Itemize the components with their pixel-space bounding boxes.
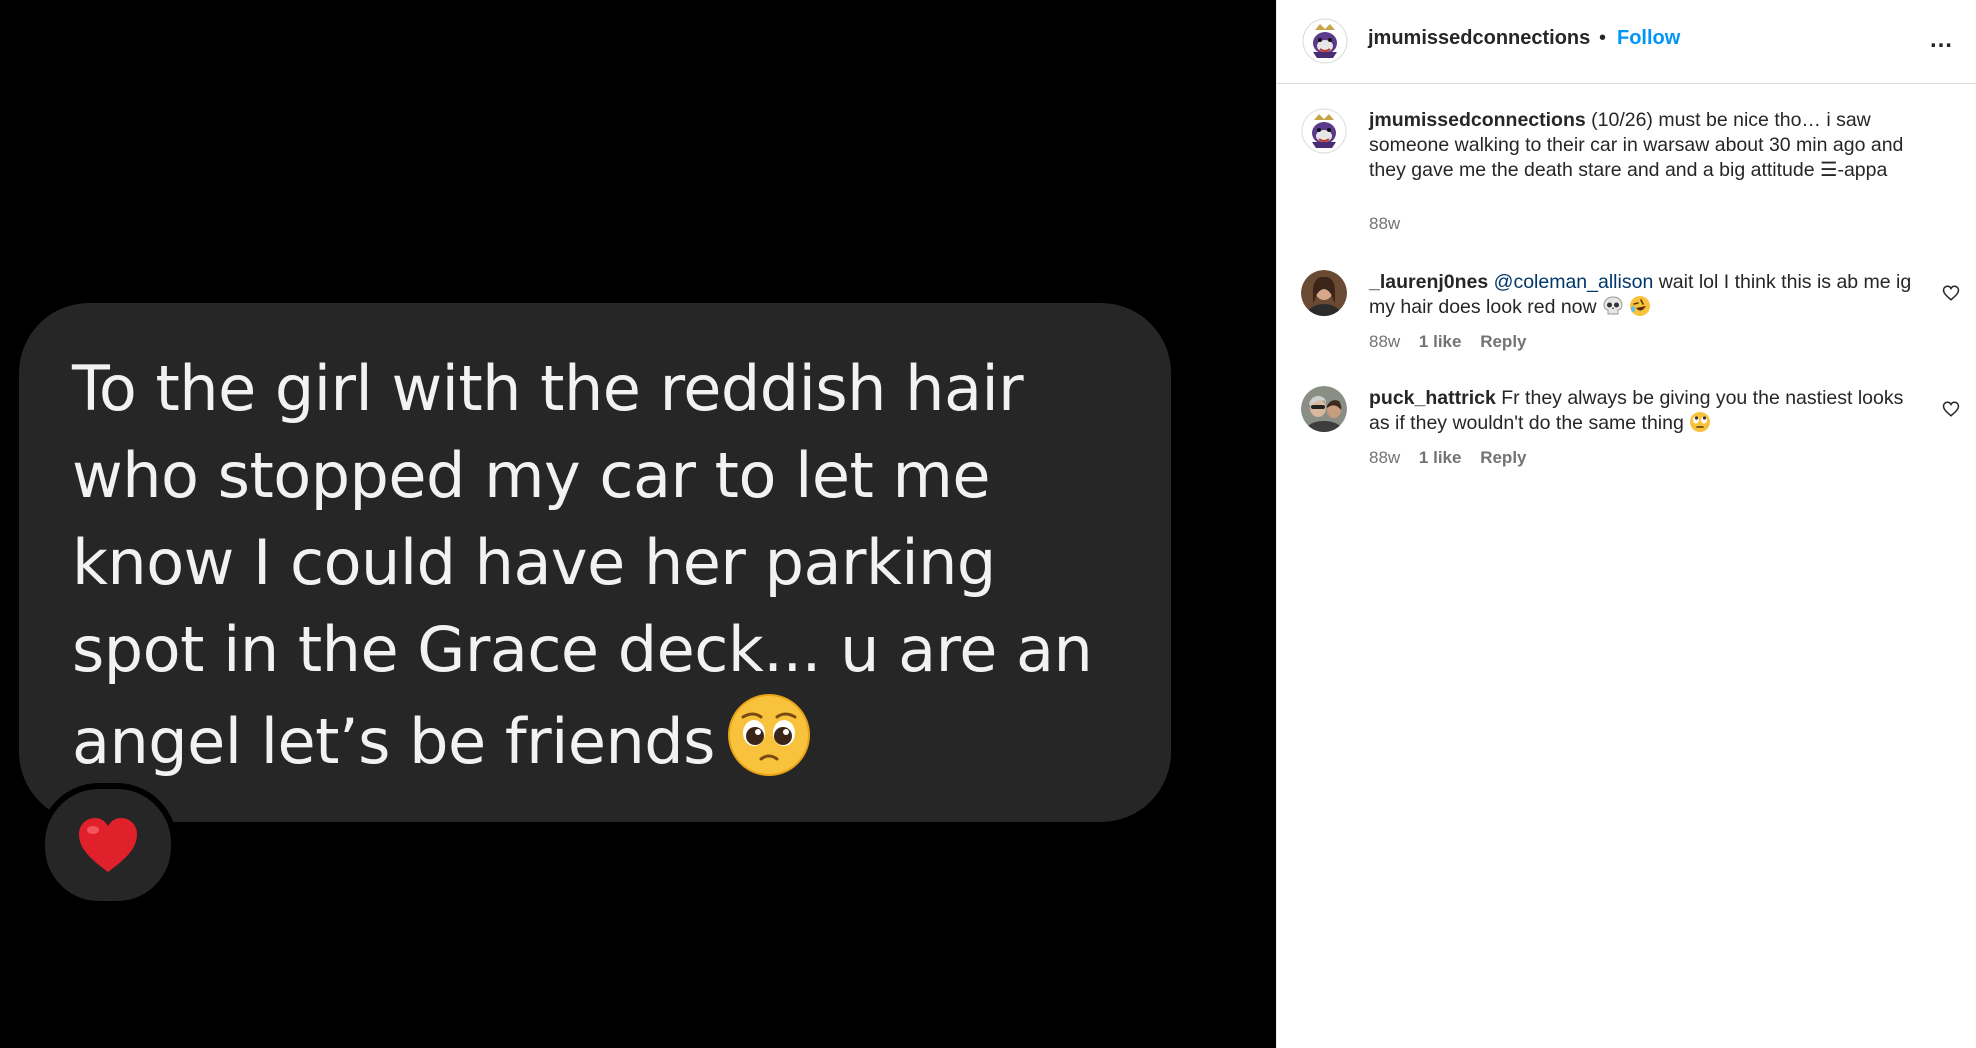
like-count[interactable]: 1 like [1419, 448, 1462, 467]
header-username[interactable]: jmumissedconnections [1368, 27, 1590, 50]
eye-roll-emoji [1690, 412, 1711, 432]
reply-button[interactable]: Reply [1480, 448, 1526, 467]
reply-button[interactable]: Reply [1480, 332, 1526, 351]
message-reaction [39, 783, 177, 907]
more-options-icon[interactable]: … [1929, 26, 1954, 54]
comment-username[interactable]: _laurenj0nes [1369, 271, 1488, 293]
comment-meta: 88w 1 like Reply [1369, 448, 1541, 468]
red-heart-emoji [79, 818, 137, 872]
pleading-face-emoji [727, 694, 810, 776]
avatar[interactable] [1301, 386, 1347, 432]
like-heart-icon[interactable] [1942, 400, 1960, 418]
caption-meta: 88w [1369, 214, 1414, 234]
user-photo-icon [1301, 270, 1347, 316]
avatar[interactable] [1301, 270, 1347, 316]
rofl-emoji [1630, 296, 1651, 316]
skull-emoji [1603, 296, 1623, 315]
like-count[interactable]: 1 like [1419, 332, 1462, 351]
message-body: To the girl with the reddish hair who st… [72, 352, 1093, 778]
separator-dot: • [1599, 27, 1607, 49]
like-heart-icon[interactable] [1942, 284, 1960, 302]
comment-text: puck_hattrick Fr they always be giving y… [1369, 386, 1919, 436]
comment-meta: 88w 1 like Reply [1369, 332, 1541, 352]
post-media: To the girl with the reddish hair who st… [0, 0, 1276, 1048]
avatar[interactable] [1301, 108, 1347, 154]
timestamp[interactable]: 88w [1369, 214, 1400, 233]
caption-text: jmumissedconnections (10/26) must be nic… [1369, 108, 1919, 183]
user-photo-icon [1301, 386, 1347, 432]
bulldog-logo-icon [1301, 108, 1347, 154]
comment-username[interactable]: puck_hattrick [1369, 387, 1496, 409]
follow-button[interactable]: Follow [1617, 27, 1680, 50]
comment-mention[interactable]: @coleman_allison [1494, 271, 1654, 293]
post-sidebar: jmumissedconnections • Follow … jmumisse… [1276, 0, 1976, 1048]
message-text: To the girl with the reddish hair who st… [72, 345, 1131, 785]
message-bubble: To the girl with the reddish hair who st… [19, 303, 1171, 822]
post-header: jmumissedconnections • Follow … [1277, 0, 1976, 84]
avatar[interactable] [1302, 18, 1348, 64]
timestamp[interactable]: 88w [1369, 332, 1400, 351]
comment-text: _laurenj0nes @coleman_allison wait lol I… [1369, 270, 1919, 320]
timestamp[interactable]: 88w [1369, 448, 1400, 467]
bulldog-logo-icon [1302, 18, 1348, 64]
caption-username[interactable]: jmumissedconnections [1369, 109, 1586, 131]
